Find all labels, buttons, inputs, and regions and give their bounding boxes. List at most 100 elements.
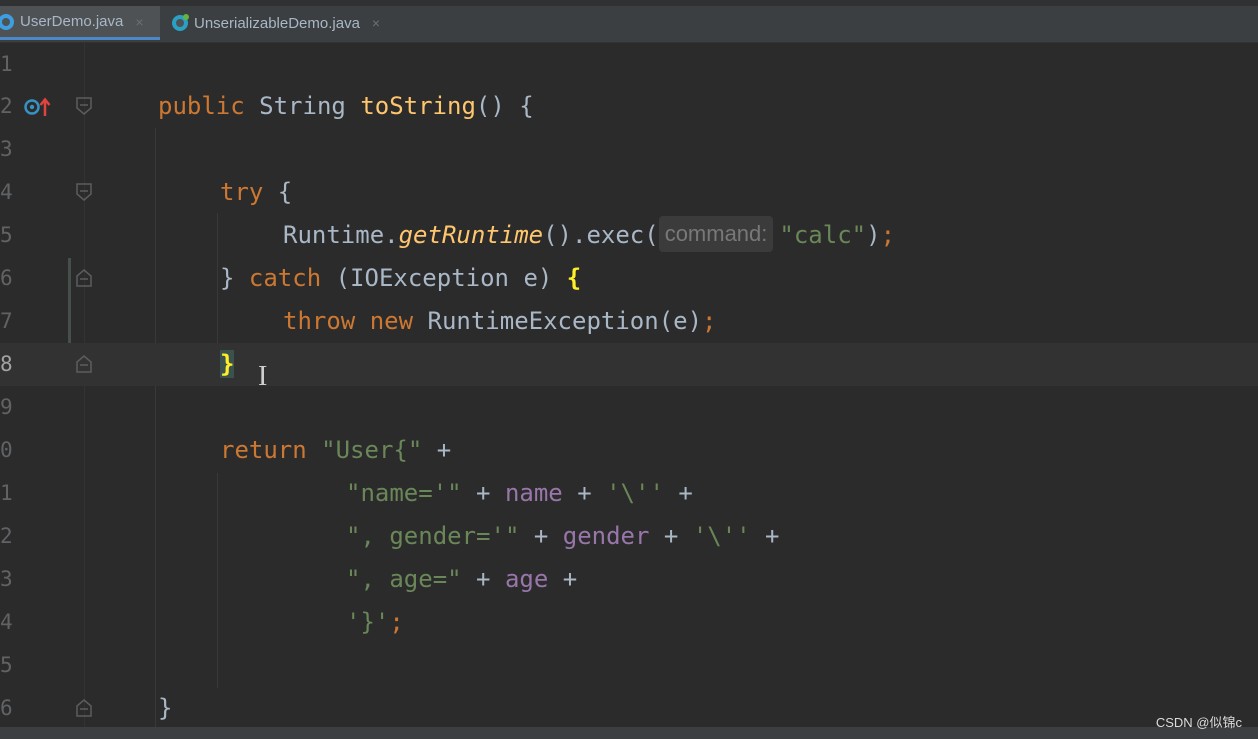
keyword: catch: [248, 264, 322, 292]
code-line: 2 public String toString() {: [0, 85, 1258, 128]
code-line: 3: [0, 128, 1258, 171]
keyword: try: [220, 178, 264, 206]
code-editor[interactable]: 1 2 public String toString() { 3 4 try {…: [0, 43, 1258, 730]
method-name: toString: [360, 92, 476, 120]
java-class-file-icon: [172, 14, 189, 31]
string-literal: "name='": [346, 479, 462, 507]
code-token: +: [562, 479, 607, 507]
watermark: CSDN @似锦c: [1155, 715, 1242, 730]
code-token: }: [220, 264, 249, 292]
fold-marker-icon[interactable]: [75, 698, 93, 718]
fold-marker-icon[interactable]: [75, 268, 93, 288]
field-name: age: [504, 565, 549, 593]
code-line: 7 throw new RuntimeException(e);: [0, 300, 1258, 343]
tab-label: UserDemo.java: [20, 13, 124, 30]
code-line: 1: [0, 43, 1258, 86]
code-line: 1 "name='" + name + '\'' +: [0, 472, 1258, 515]
matched-brace: }: [220, 350, 235, 378]
code-line: 5: [0, 644, 1258, 687]
code-text: "name='" + name + '\'' +: [346, 472, 693, 515]
status-strip: [0, 727, 1258, 739]
line-number: 2: [0, 524, 13, 548]
code-line: 3 ", age=" + age +: [0, 558, 1258, 601]
code-token: +: [461, 479, 505, 507]
code-token: +: [422, 436, 452, 464]
code-token: +: [548, 565, 578, 593]
fold-marker-icon[interactable]: [75, 354, 93, 374]
code-text: throw new RuntimeException(e);: [283, 300, 717, 343]
code-line-current: 8 }: [0, 343, 1258, 386]
code-token: ): [866, 221, 881, 249]
code-line: 4 '}';: [0, 601, 1258, 644]
string-literal: ", age=": [346, 565, 462, 593]
line-number: 4: [0, 180, 13, 204]
code-token: +: [649, 522, 693, 550]
type-name: String: [259, 92, 346, 120]
code-token: +: [750, 522, 780, 550]
field-name: gender: [562, 522, 650, 550]
line-number: 3: [0, 137, 13, 161]
matched-brace: {: [566, 264, 582, 292]
semicolon: ;: [702, 307, 717, 335]
string-literal: ", gender='": [346, 522, 520, 550]
code-text: } catch (IOException e) {: [220, 257, 581, 300]
tab-userdemo[interactable]: UserDemo.java ×: [0, 6, 160, 40]
line-number: 0: [0, 438, 13, 462]
code-line: 2 ", gender='" + gender + '\'' +: [0, 515, 1258, 558]
line-number: 7: [0, 309, 13, 333]
parameter-hint: command:: [658, 216, 774, 252]
fold-marker-icon[interactable]: [75, 96, 93, 116]
close-icon[interactable]: ×: [135, 14, 143, 30]
tab-unserializabledemo[interactable]: UnserializableDemo.java ×: [170, 6, 410, 40]
char-literal: '\'': [692, 522, 751, 550]
code-token: }: [158, 694, 173, 722]
fold-marker-icon[interactable]: [75, 182, 93, 202]
line-number: 5: [0, 223, 13, 247]
keyword: throw: [283, 307, 356, 335]
code-text: Runtime.getRuntime().exec(command: "calc"…: [283, 214, 895, 257]
java-class-file-icon: [0, 13, 14, 30]
method-name: getRuntime: [398, 221, 544, 249]
text-cursor-icon: I: [258, 361, 268, 392]
line-number: 9: [0, 395, 13, 419]
code-line: 4 try {: [0, 171, 1258, 214]
field-name: name: [504, 479, 563, 507]
code-token: (IOException e): [321, 264, 567, 292]
code-token: () {: [475, 92, 534, 120]
line-number: 4: [0, 610, 13, 634]
line-number: 2: [0, 94, 13, 118]
tab-label: UnserializableDemo.java: [194, 14, 360, 32]
line-number: 8: [0, 352, 13, 376]
code-text: ", gender='" + gender + '\'' +: [346, 515, 780, 558]
code-token: RuntimeException(e): [413, 307, 703, 335]
string-literal: "User{": [321, 436, 423, 464]
semicolon: ;: [389, 608, 404, 636]
line-number: 6: [0, 266, 13, 290]
keyword: public: [158, 92, 245, 120]
code-line: 6 }: [0, 687, 1258, 730]
code-token: Runtime.: [283, 221, 399, 249]
line-number: 1: [0, 52, 13, 76]
code-token: +: [519, 522, 563, 550]
close-icon[interactable]: ×: [372, 15, 380, 31]
code-token: {: [263, 178, 293, 206]
override-method-icon[interactable]: [24, 97, 52, 117]
line-number: 5: [0, 653, 13, 677]
code-token: ().exec(: [543, 221, 659, 249]
code-text: }: [158, 687, 172, 730]
char-literal: '\'': [606, 479, 664, 507]
code-text: return "User{" +: [220, 429, 451, 472]
code-token: +: [663, 479, 693, 507]
keyword: return: [220, 436, 307, 464]
line-number: 1: [0, 481, 13, 505]
code-line: 9: [0, 386, 1258, 429]
code-line: 6 } catch (IOException e) {: [0, 257, 1258, 300]
code-text: ", age=" + age +: [346, 558, 577, 601]
code-text: '}';: [346, 601, 404, 644]
keyword: new: [369, 307, 414, 335]
code-text: }: [220, 343, 235, 386]
char-literal: '}': [346, 608, 390, 636]
semicolon: ;: [880, 221, 896, 249]
line-number: 3: [0, 567, 13, 591]
editor-tab-bar: UserDemo.java × UnserializableDemo.java …: [0, 0, 1258, 43]
